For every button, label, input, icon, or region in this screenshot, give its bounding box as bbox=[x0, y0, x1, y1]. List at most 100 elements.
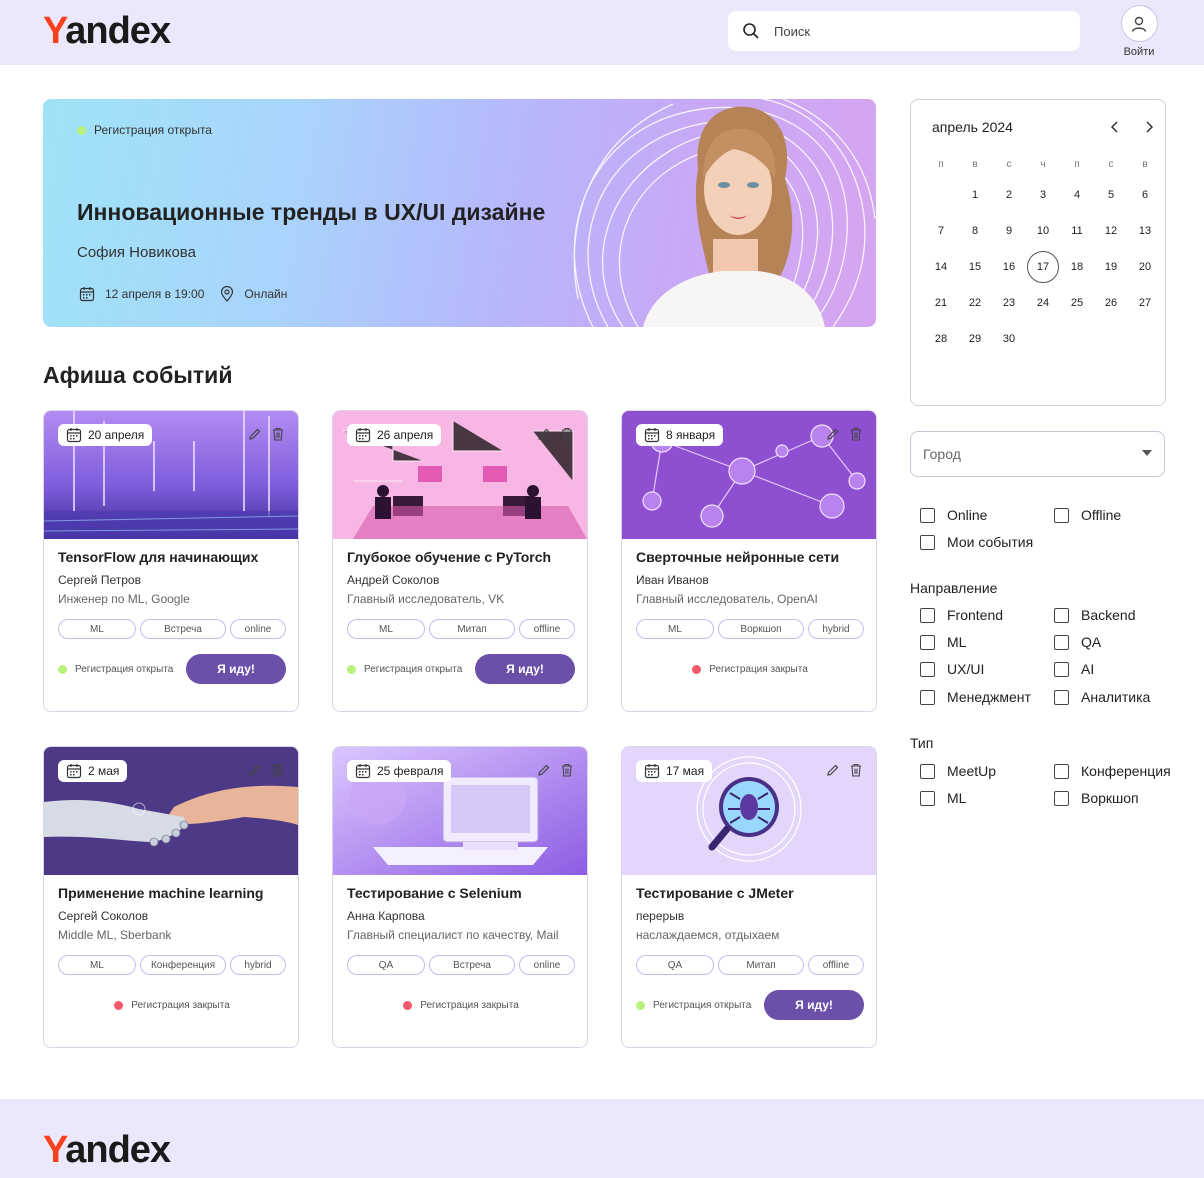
checkbox-analytics[interactable]: Аналитика bbox=[1054, 689, 1150, 705]
delete-icon[interactable] bbox=[561, 763, 573, 777]
checkbox-management[interactable]: Менеджмент bbox=[920, 689, 1031, 705]
edit-icon[interactable] bbox=[826, 763, 840, 777]
next-month-icon[interactable] bbox=[1143, 120, 1155, 134]
card-actions bbox=[826, 427, 862, 441]
event-card[interactable]: 26 апреля Глубокое обучение с PyTorch Андр… bbox=[332, 410, 588, 712]
checkbox-box[interactable] bbox=[920, 534, 935, 550]
calendar-day[interactable]: 23 bbox=[992, 285, 1026, 321]
checkbox-uxui[interactable]: UX/UI bbox=[920, 661, 984, 677]
delete-icon[interactable] bbox=[272, 763, 284, 777]
attend-button[interactable]: Я иду! bbox=[475, 654, 575, 684]
calendar-day[interactable]: 11 bbox=[1060, 213, 1094, 249]
checkbox-type-ml[interactable]: ML bbox=[920, 790, 966, 806]
event-card[interactable]: 20 апреля TensorFlow для начинающих Сергей… bbox=[43, 410, 299, 712]
calendar-day[interactable]: 30 bbox=[992, 321, 1026, 357]
calendar-day[interactable]: 9 bbox=[992, 213, 1026, 249]
prev-month-icon[interactable] bbox=[1109, 120, 1121, 134]
checkbox-box[interactable] bbox=[920, 763, 935, 779]
calendar-day[interactable]: 20 bbox=[1128, 249, 1162, 285]
event-title[interactable]: TensorFlow для начинающих bbox=[58, 549, 258, 565]
attend-button[interactable]: Я иду! bbox=[764, 990, 864, 1020]
event-card[interactable]: 8 января Сверточные нейронные сети Иван Ив… bbox=[621, 410, 877, 712]
calendar-day[interactable]: 29 bbox=[958, 321, 992, 357]
checkbox-box[interactable] bbox=[1054, 661, 1069, 677]
weekday-label: ч bbox=[1040, 158, 1046, 170]
calendar-day[interactable]: 19 bbox=[1094, 249, 1128, 285]
calendar-day-selected[interactable]: 17 bbox=[1026, 249, 1060, 285]
checkbox-frontend[interactable]: Frontend bbox=[920, 607, 1003, 623]
calendar-day[interactable]: 4 bbox=[1060, 177, 1094, 213]
calendar-day[interactable]: 16 bbox=[992, 249, 1026, 285]
calendar-day[interactable]: 28 bbox=[924, 321, 958, 357]
event-title[interactable]: Применение machine learning bbox=[58, 885, 264, 901]
edit-icon[interactable] bbox=[248, 763, 262, 777]
checkbox-workshop[interactable]: Воркшоп bbox=[1054, 790, 1139, 806]
event-card[interactable]: 17 мая Тестирование с JMeter перерыв наслаж… bbox=[621, 746, 877, 1048]
checkbox-ml[interactable]: ML bbox=[920, 634, 966, 650]
calendar-day[interactable]: 14 bbox=[924, 249, 958, 285]
login-button[interactable]: Войти bbox=[1118, 5, 1160, 58]
calendar-day[interactable]: 13 bbox=[1128, 213, 1162, 249]
checkbox-backend[interactable]: Backend bbox=[1054, 607, 1135, 623]
city-select[interactable]: Город bbox=[910, 431, 1165, 477]
calendar-day[interactable]: 22 bbox=[958, 285, 992, 321]
checkbox-ai[interactable]: AI bbox=[1054, 661, 1094, 677]
checkbox-qa[interactable]: QA bbox=[1054, 634, 1101, 650]
checkbox-box[interactable] bbox=[920, 689, 935, 705]
calendar-day[interactable]: 5 bbox=[1094, 177, 1128, 213]
checkbox-box[interactable] bbox=[920, 607, 935, 623]
calendar-day[interactable]: 24 bbox=[1026, 285, 1060, 321]
calendar-day[interactable]: 6 bbox=[1128, 177, 1162, 213]
delete-icon[interactable] bbox=[561, 427, 573, 441]
checkbox-box[interactable] bbox=[920, 507, 935, 523]
edit-icon[interactable] bbox=[248, 427, 262, 441]
calendar-day[interactable]: 7 bbox=[924, 213, 958, 249]
event-title[interactable]: Сверточные нейронные сети bbox=[636, 549, 839, 565]
event-title[interactable]: Глубокое обучение с PyTorch bbox=[347, 549, 551, 565]
registration-status: Регистрация открыта bbox=[653, 999, 752, 1011]
calendar-day[interactable]: 26 bbox=[1094, 285, 1128, 321]
edit-icon[interactable] bbox=[537, 427, 551, 441]
attend-button[interactable]: Я иду! bbox=[186, 654, 286, 684]
checkbox-meetup[interactable]: MeetUp bbox=[920, 763, 996, 779]
delete-icon[interactable] bbox=[850, 427, 862, 441]
delete-icon[interactable] bbox=[850, 763, 862, 777]
checkbox-box[interactable] bbox=[1054, 790, 1069, 806]
checkbox-box[interactable] bbox=[1054, 507, 1069, 523]
event-card[interactable]: 2 мая Применение machine learning Сергей С… bbox=[43, 746, 299, 1048]
search-input[interactable] bbox=[774, 23, 1054, 39]
checkbox-my-events[interactable]: Мои события bbox=[920, 534, 1033, 550]
checkbox-box[interactable] bbox=[1054, 607, 1069, 623]
hero-banner[interactable]: Регистрация открыта Инновационные тренды… bbox=[43, 99, 876, 327]
calendar-day[interactable]: 25 bbox=[1060, 285, 1094, 321]
calendar-day[interactable]: 15 bbox=[958, 249, 992, 285]
checkbox-box[interactable] bbox=[1054, 689, 1069, 705]
checkbox-box[interactable] bbox=[920, 790, 935, 806]
search-box[interactable] bbox=[728, 11, 1080, 51]
calendar-day[interactable]: 10 bbox=[1026, 213, 1060, 249]
checkbox-box[interactable] bbox=[1054, 763, 1069, 779]
edit-icon[interactable] bbox=[826, 427, 840, 441]
yandex-logo[interactable]: Yandex bbox=[43, 10, 171, 53]
checkbox-conference[interactable]: Конференция bbox=[1054, 763, 1171, 779]
event-title[interactable]: Тестирование с Selenium bbox=[347, 885, 522, 901]
calendar-day[interactable]: 8 bbox=[958, 213, 992, 249]
calendar-day[interactable]: 21 bbox=[924, 285, 958, 321]
checkbox-box[interactable] bbox=[920, 661, 935, 677]
calendar-day[interactable]: 18 bbox=[1060, 249, 1094, 285]
checkbox-offline[interactable]: Offline bbox=[1054, 507, 1121, 523]
edit-icon[interactable] bbox=[537, 763, 551, 777]
checkbox-box[interactable] bbox=[1054, 634, 1069, 650]
calendar-day[interactable]: 3 bbox=[1026, 177, 1060, 213]
event-title[interactable]: Тестирование с JMeter bbox=[636, 885, 794, 901]
event-card[interactable]: 25 февраля Тестирование с Selenium Анна Ка… bbox=[332, 746, 588, 1048]
calendar-day[interactable]: 2 bbox=[992, 177, 1026, 213]
calendar-day[interactable]: 27 bbox=[1128, 285, 1162, 321]
calendar-day-label: 17 bbox=[1027, 251, 1059, 283]
delete-icon[interactable] bbox=[272, 427, 284, 441]
yandex-logo[interactable]: Yandex bbox=[43, 1129, 171, 1172]
checkbox-online[interactable]: Online bbox=[920, 507, 987, 523]
calendar-day[interactable]: 1 bbox=[958, 177, 992, 213]
calendar-day[interactable]: 12 bbox=[1094, 213, 1128, 249]
checkbox-box[interactable] bbox=[920, 634, 935, 650]
